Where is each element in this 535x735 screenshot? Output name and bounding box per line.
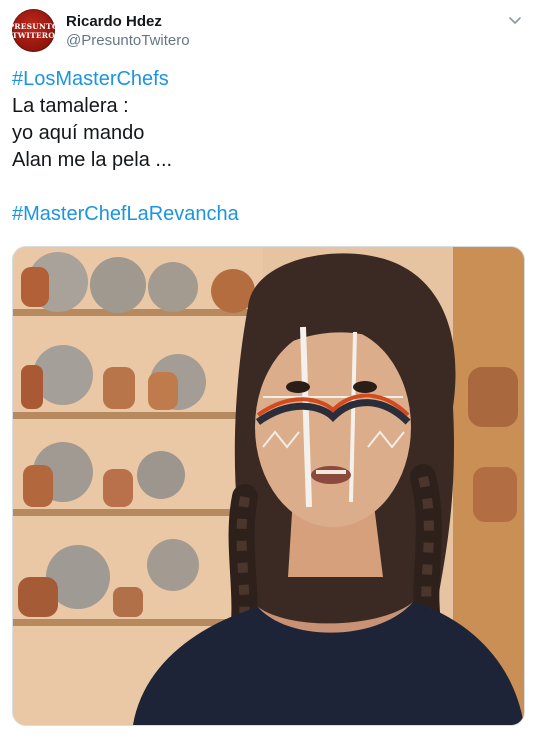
avatar-text-top: PRESUNTO [12,21,55,31]
tweet-line: yo aquí mando [12,122,145,144]
photo-illustration [13,247,524,725]
author-display-name[interactable]: Ricardo Hdez [66,13,162,30]
hashtag-link[interactable]: #MasterChefLaRevancha [12,201,522,228]
author-handle[interactable]: @PresuntoTwitero [66,32,190,49]
tweet-line: La tamalera : [12,95,129,117]
avatar[interactable]: PRESUNTO TWITERO [12,9,55,52]
hashtag-link[interactable]: #LosMasterChefs [12,66,522,93]
tweet-card: PRESUNTO TWITERO Ricardo Hdez @PresuntoT… [0,0,535,735]
line-break [12,174,522,201]
avatar-text-bottom: TWITERO [12,30,55,40]
tweet-photo[interactable] [12,246,525,726]
chevron-down-icon[interactable] [507,12,523,28]
tweet-line: Alan me la pela ... [12,149,173,171]
tweet-text: #LosMasterChefs La tamalera : yo aquí ma… [12,66,522,228]
